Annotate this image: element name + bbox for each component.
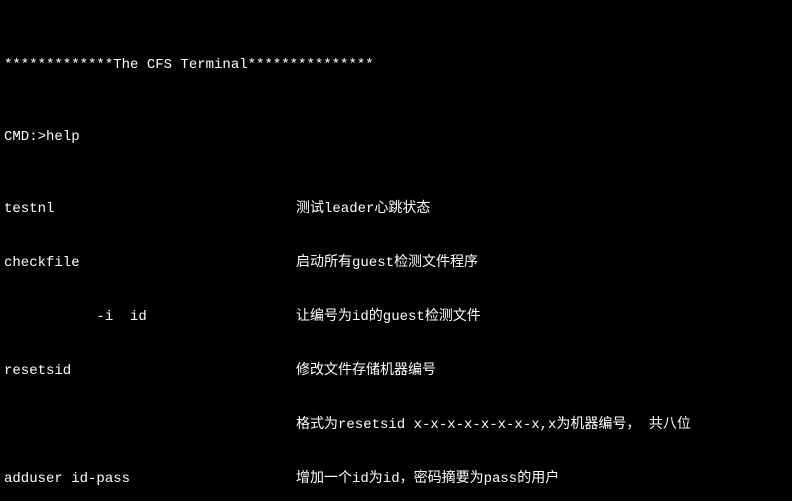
help-cmd: testnl — [4, 200, 296, 218]
prompt-label: CMD:> — [4, 128, 46, 146]
help-desc: 启动所有guest检测文件程序 — [296, 254, 478, 272]
help-cmd: adduser id-pass — [4, 470, 296, 488]
help-cmd: -i id — [4, 308, 296, 326]
help-row: 格式为resetsid x-x-x-x-x-x-x-x,x为机器编号， 共八位 — [4, 416, 792, 434]
terminal-header: *************The CFS Terminal***********… — [4, 56, 792, 74]
help-row: resetsid修改文件存储机器编号 — [4, 362, 792, 380]
help-cmd — [4, 416, 296, 434]
help-row: checkfile启动所有guest检测文件程序 — [4, 254, 792, 272]
prompt-input-echo: help — [46, 128, 80, 146]
help-row: adduser id-pass增加一个id为id，密码摘要为pass的用户 — [4, 470, 792, 488]
help-cmd: resetsid — [4, 362, 296, 380]
cfs-terminal: *************The CFS Terminal***********… — [0, 0, 792, 501]
prompt-line-1: CMD:>help — [4, 128, 792, 146]
help-desc: 格式为resetsid x-x-x-x-x-x-x-x,x为机器编号， 共八位 — [296, 416, 691, 434]
help-cmd: checkfile — [4, 254, 296, 272]
help-desc: 让编号为id的guest检测文件 — [296, 308, 481, 326]
help-desc: 测试leader心跳状态 — [296, 200, 430, 218]
help-desc: 修改文件存储机器编号 — [296, 362, 436, 380]
help-row: -i id让编号为id的guest检测文件 — [4, 308, 792, 326]
help-desc: 增加一个id为id，密码摘要为pass的用户 — [296, 470, 559, 488]
help-row: testnl测试leader心跳状态 — [4, 200, 792, 218]
